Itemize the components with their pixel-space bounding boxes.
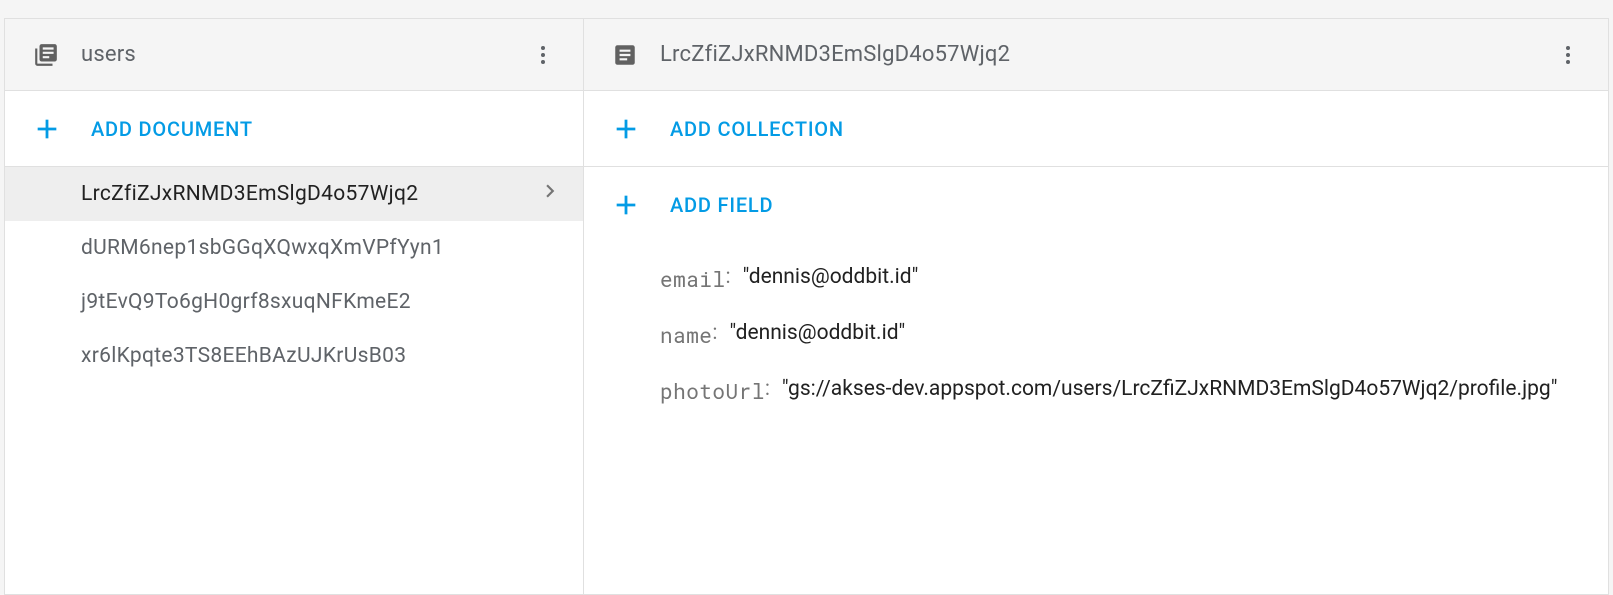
field-key: name: [660, 321, 712, 349]
document-id: dURM6nep1sbGGqXQwxqXmVPfYyn1: [81, 236, 563, 260]
plus-icon: [612, 191, 640, 219]
more-vert-icon: [1556, 43, 1580, 67]
field-row[interactable]: email: "dennis@oddbit.id": [584, 251, 1608, 307]
add-field-button[interactable]: ADD FIELD: [584, 167, 1608, 243]
document-header: LrcZfiZJxRNMD3EmSlgD4o57Wjq2: [584, 19, 1608, 91]
firestore-data-viewer: users ADD DOCUMENT LrcZfiZJxRNMD3EmSlgD4…: [0, 0, 1613, 595]
document-id: xr6lKpqte3TS8EEhBAzUJKrUsB03: [81, 344, 563, 368]
more-vert-icon: [531, 43, 555, 67]
document-list-item[interactable]: j9tEvQ9To6gH0grf8sxuqNFKmeE2: [5, 275, 583, 329]
plus-icon: [612, 115, 640, 143]
collection-title: users: [81, 42, 523, 67]
field-colon: :: [765, 377, 770, 401]
field-row[interactable]: photoUrl: "gs://akses-dev.appspot.com/use…: [584, 363, 1608, 419]
add-field-label: ADD FIELD: [670, 193, 773, 217]
document-list-item[interactable]: xr6lKpqte3TS8EEhBAzUJKrUsB03: [5, 329, 583, 383]
field-colon: :: [726, 265, 731, 289]
field-value: "dennis@oddbit.id": [743, 265, 1543, 289]
field-colon: :: [712, 321, 717, 345]
field-value: "dennis@oddbit.id": [730, 321, 1530, 345]
document-list-item[interactable]: dURM6nep1sbGGqXQwxqXmVPfYyn1: [5, 221, 583, 275]
field-row[interactable]: name: "dennis@oddbit.id": [584, 307, 1608, 363]
collection-menu-button[interactable]: [523, 35, 563, 75]
add-document-button[interactable]: ADD DOCUMENT: [5, 91, 583, 167]
chevron-right-icon: [537, 178, 563, 210]
document-id: LrcZfiZJxRNMD3EmSlgD4o57Wjq2: [81, 182, 537, 206]
document-id: j9tEvQ9To6gH0grf8sxuqNFKmeE2: [81, 290, 563, 314]
fields-list: email: "dennis@oddbit.id" name: "dennis@odd…: [584, 243, 1608, 419]
add-collection-button[interactable]: ADD COLLECTION: [584, 91, 1608, 167]
collection-icon: [33, 42, 59, 68]
add-document-label: ADD DOCUMENT: [91, 117, 253, 141]
collection-header: users: [5, 19, 583, 91]
document-list: LrcZfiZJxRNMD3EmSlgD4o57Wjq2 dURM6nep1sbG…: [5, 167, 583, 594]
document-menu-button[interactable]: [1548, 35, 1588, 75]
add-collection-label: ADD COLLECTION: [670, 117, 844, 141]
field-key: photoUrl: [660, 377, 765, 405]
collection-panel: users ADD DOCUMENT LrcZfiZJxRNMD3EmSlgD4…: [4, 18, 584, 595]
document-list-item[interactable]: LrcZfiZJxRNMD3EmSlgD4o57Wjq2: [5, 167, 583, 221]
plus-icon: [33, 115, 61, 143]
field-value: "gs://akses-dev.appspot.com/users/LrcZfi…: [782, 377, 1582, 401]
document-icon: [612, 42, 638, 68]
document-panel: LrcZfiZJxRNMD3EmSlgD4o57Wjq2 ADD COLLECT…: [584, 18, 1609, 595]
document-title: LrcZfiZJxRNMD3EmSlgD4o57Wjq2: [660, 42, 1548, 67]
field-key: email: [660, 265, 726, 293]
